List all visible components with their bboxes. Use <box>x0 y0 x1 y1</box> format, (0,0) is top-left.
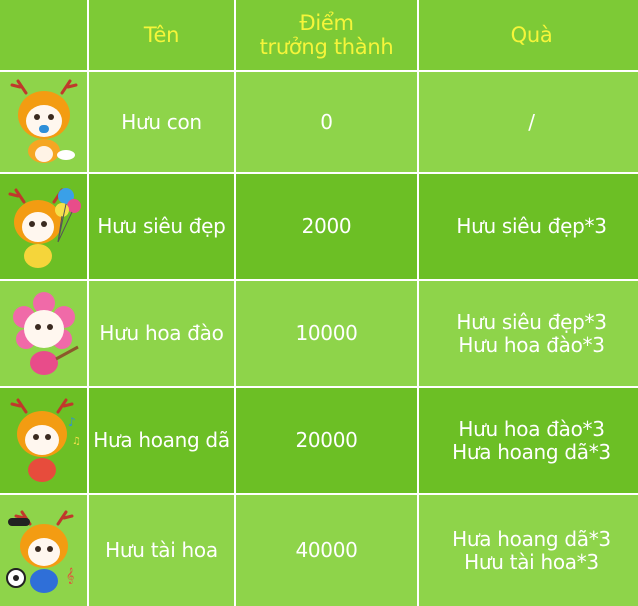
row-3-name: Hưu hoa đào <box>89 281 234 386</box>
svg-text:♪: ♪ <box>68 415 75 429</box>
svg-text:♫: ♫ <box>72 436 81 447</box>
row-4-points-text: 20000 <box>295 428 358 452</box>
row-2-avatar <box>0 174 87 279</box>
row-4-gift: Hưu hoa đào*3 Hưa hoang dã*3 <box>419 388 638 493</box>
row-2-points-text: 2000 <box>301 214 352 238</box>
row-1-name-text: Hưu con <box>121 109 202 134</box>
row-5-gift: Hưa hoang dã*3 Hưu tài hoa*3 <box>419 495 638 606</box>
row-2-gift: Hưu siêu đẹp*3 <box>419 174 638 279</box>
row-4-name: Hưa hoang dã <box>89 388 234 493</box>
row-4-gift-line2: Hưa hoang dã*3 <box>452 439 611 464</box>
row-1-avatar <box>0 72 87 172</box>
row-5-name: Hưu tài hoa <box>89 495 234 606</box>
row-4-name-text: Hưa hoang dã <box>93 428 230 452</box>
header-points-label-line1: Điểm <box>299 10 354 35</box>
sport-deer-mascot-icon: 𝄞 <box>5 510 74 593</box>
row-5-points-text: 40000 <box>295 538 358 562</box>
row-5-gift-line2: Hưu tài hoa*3 <box>464 549 599 574</box>
row-3-gift-line2: Hưu hoa đào*3 <box>458 332 605 357</box>
header-gift: Quà <box>419 0 638 70</box>
row-1-gift-line1: / <box>528 109 535 134</box>
row-3-gift-line1: Hưu siêu đẹp*3 <box>456 309 607 334</box>
row-3-points-text: 10000 <box>295 321 358 345</box>
row-2-name: Hưu siêu đẹp <box>89 174 234 279</box>
row-5-avatar: 𝄞 <box>0 495 87 606</box>
music-deer-mascot-icon: ♪ ♫ <box>10 398 81 482</box>
row-1-name: Hưu con <box>89 72 234 172</box>
row-3-avatar <box>0 281 87 386</box>
row-1-points: 0 <box>236 72 417 172</box>
flower-deer-mascot-icon <box>12 291 79 375</box>
row-3-gift: Hưu siêu đẹp*3 Hưu hoa đào*3 <box>419 281 638 386</box>
row-4-points: 20000 <box>236 388 417 493</box>
row-4-gift-line1: Hưu hoa đào*3 <box>458 416 605 441</box>
row-5-gift-line1: Hưa hoang dã*3 <box>452 526 611 551</box>
svg-text:𝄞: 𝄞 <box>66 568 74 584</box>
header-corner <box>0 0 87 70</box>
row-2-name-text: Hưu siêu đẹp <box>97 214 226 238</box>
header-name: Tên <box>89 0 234 70</box>
header-points-label-line2: trưởng thành <box>259 35 394 59</box>
row-5-name-text: Hưu tài hoa <box>105 538 218 562</box>
balloon-deer-mascot-icon <box>8 187 81 268</box>
row-1-points-text: 0 <box>320 109 333 134</box>
row-2-gift-line1: Hưu siêu đẹp*3 <box>456 214 607 238</box>
header-gift-label: Quà <box>510 22 553 47</box>
row-3-points: 10000 <box>236 281 417 386</box>
header-name-label: Tên <box>143 22 180 47</box>
row-5-points: 40000 <box>236 495 417 606</box>
growth-rewards-table: Tên Điểm trưởng thành Quà Hưu con 0 / Hư… <box>0 0 638 606</box>
row-3-name-text: Hưu hoa đào <box>99 321 224 345</box>
row-1-gift: / <box>419 72 638 172</box>
row-4-avatar: ♪ ♫ <box>0 388 87 493</box>
row-2-points: 2000 <box>236 174 417 279</box>
baby-deer-mascot-icon <box>10 79 77 163</box>
header-points: Điểm trưởng thành <box>236 0 417 70</box>
